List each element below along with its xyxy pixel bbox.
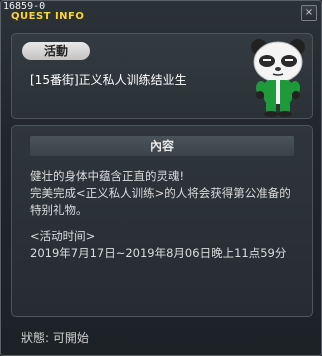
event-tag: 活動 <box>22 42 90 60</box>
panda-npc-icon <box>248 36 308 118</box>
quest-name: [15番街]正义私人训练结业生 <box>30 73 187 87</box>
content-header: 內容 <box>30 136 294 156</box>
event-period-value: 2019年7月17日~2019年8月06日晚上11点59分 <box>30 246 287 260</box>
quest-info-window: 16859-0 QUEST INFO × 活動 [15番街]正义私人训练结业生 <box>0 0 322 356</box>
close-button[interactable]: × <box>301 5 317 21</box>
window-title: QUEST INFO <box>11 11 85 22</box>
content-body: 健壮的身体中蕴含正直的灵魂! 完美完成<正义私人训练>的人将会获得第公准备的 特… <box>30 168 306 262</box>
event-period-label: <活动时间> <box>30 229 96 243</box>
content-line: 完美完成<正义私人训练>的人将会获得第公准备的 <box>30 186 291 200</box>
quest-summary-panel: 活動 [15番街]正义私人训练结业生 <box>11 33 313 119</box>
quest-status: 狀態: 可開始 <box>21 331 89 345</box>
content-line: 健壮的身体中蕴含正直的灵魂! <box>30 169 185 183</box>
content-line: 特别礼物。 <box>30 203 88 217</box>
quest-content-panel: 內容 健壮的身体中蕴含正直的灵魂! 完美完成<正义私人训练>的人将会获得第公准备… <box>11 125 313 317</box>
